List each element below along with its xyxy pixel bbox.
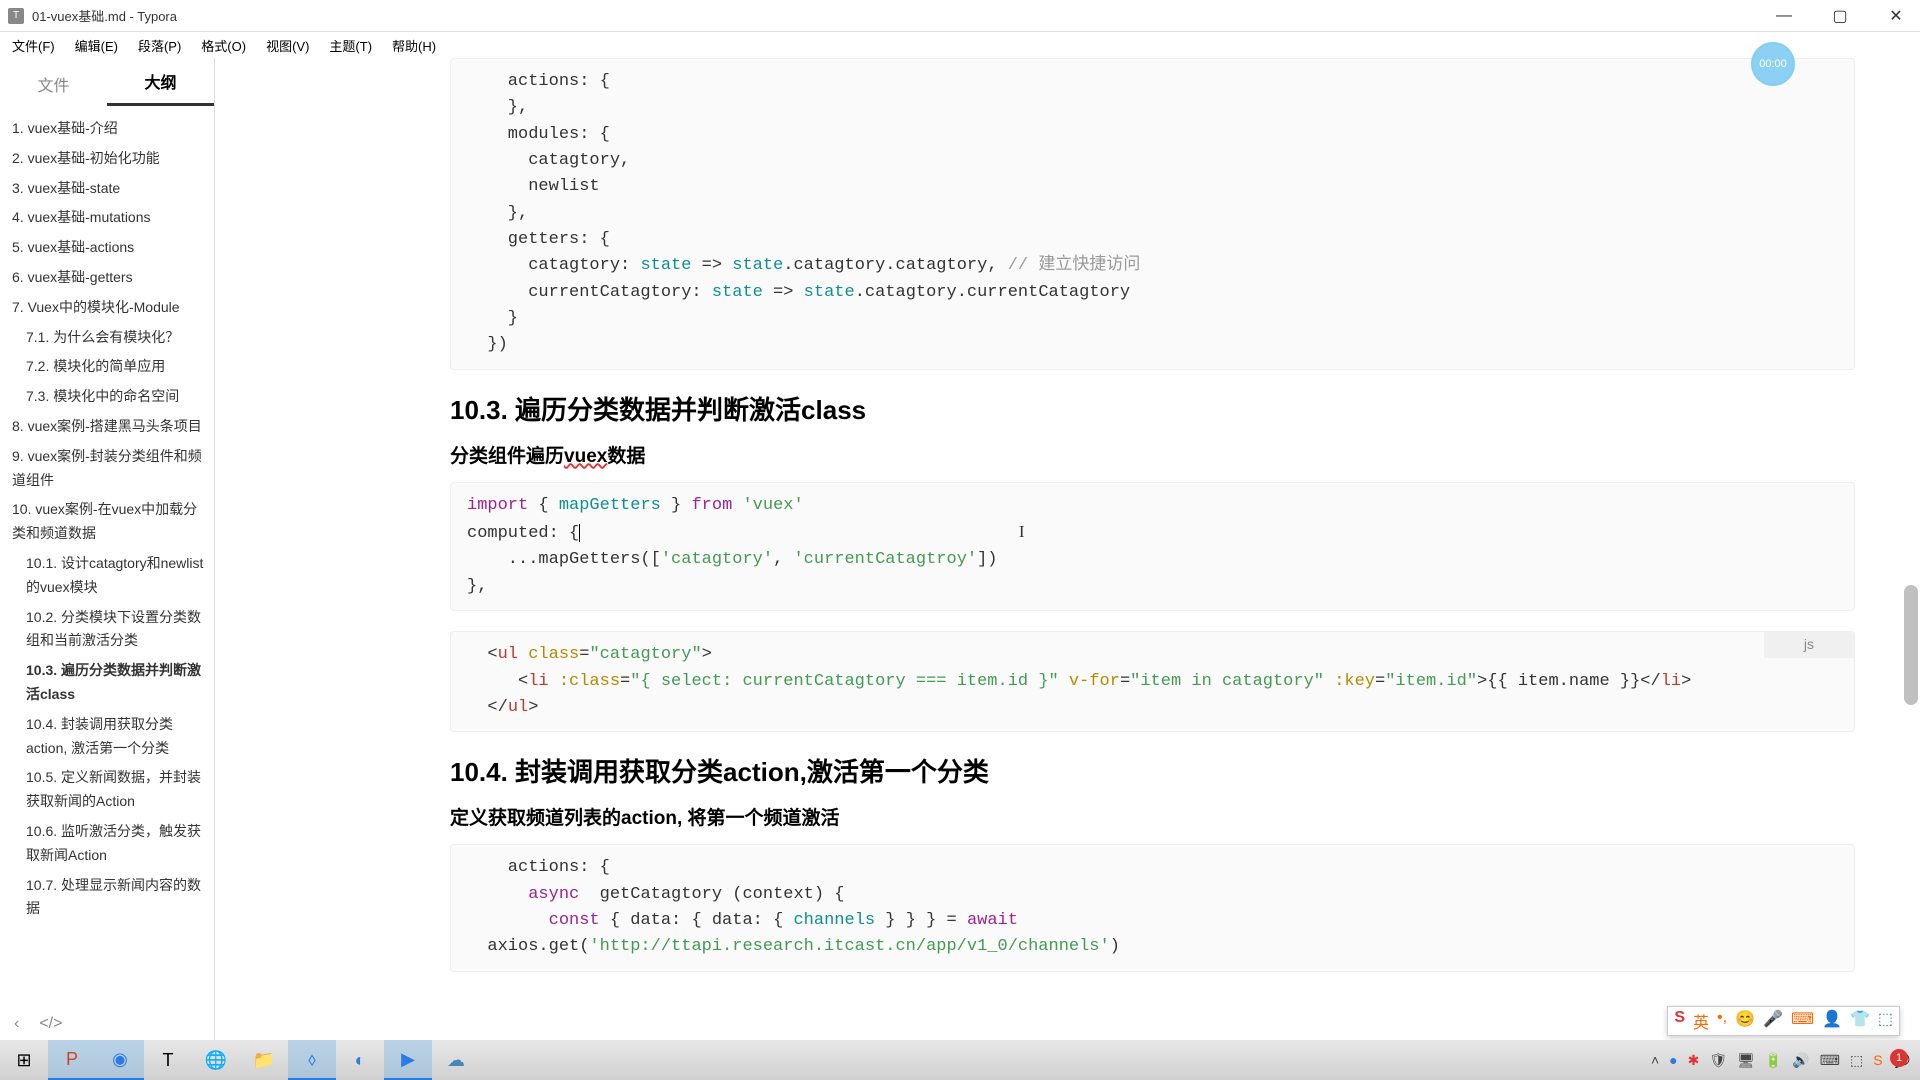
tray-volume-icon[interactable]: 🔊 bbox=[1792, 1052, 1809, 1069]
taskbar-explorer[interactable]: 📁 bbox=[240, 1040, 288, 1080]
taskbar-typora[interactable]: T bbox=[144, 1040, 192, 1080]
tray-battery-icon[interactable]: 🔋 bbox=[1765, 1052, 1782, 1069]
tray-icon[interactable]: 🖥 bbox=[1737, 1052, 1755, 1069]
menu-format[interactable]: 格式(O) bbox=[193, 34, 254, 57]
outline-item[interactable]: 1. vuex基础-介绍 bbox=[8, 114, 210, 144]
taskbar-app3[interactable]: ☁ bbox=[432, 1040, 480, 1080]
outline-item[interactable]: 3. vuex基础-state bbox=[8, 174, 210, 204]
menu-paragraph[interactable]: 段落(P) bbox=[130, 34, 189, 57]
subheading-10-4: 定义获取频道列表的action, 将第一个频道激活 bbox=[450, 803, 1855, 830]
outline-item[interactable]: 10.3. 遍历分类数据并判断激活class bbox=[8, 656, 210, 710]
outline-item[interactable]: 8. vuex案例-搭建黑马头条项目 bbox=[8, 412, 210, 442]
taskbar-chrome[interactable]: 🌐 bbox=[192, 1040, 240, 1080]
outline-item[interactable]: 10.1. 设计catagtory和newlist的vuex模块 bbox=[8, 549, 210, 603]
menu-theme[interactable]: 主题(T) bbox=[321, 34, 380, 57]
tray-chevron-icon[interactable]: ˄ bbox=[1651, 1052, 1659, 1068]
outline-item[interactable]: 10.4. 封装调用获取分类action, 激活第一个分类 bbox=[8, 710, 210, 764]
outline-item[interactable]: 7.1. 为什么会有模块化？ bbox=[8, 323, 210, 353]
menu-help[interactable]: 帮助(H) bbox=[384, 34, 444, 57]
taskbar-app2[interactable]: ◐ bbox=[336, 1040, 384, 1080]
outline-item[interactable]: 7. Vuex中的模块化-Module bbox=[8, 293, 210, 323]
editor-content[interactable]: actions: { }, modules: { catagtory, newl… bbox=[215, 58, 1920, 1040]
tray-keyboard-icon[interactable]: ⌨ bbox=[1820, 1052, 1840, 1069]
code-block-template[interactable]: js <ul class="catagtory"> <li :class="{ … bbox=[450, 631, 1855, 732]
outline-item[interactable]: 10.6. 监听激活分类，触发获取新闻Action bbox=[8, 817, 210, 871]
code-block-actions[interactable]: actions: { async getCatagtory (context) … bbox=[450, 844, 1855, 971]
taskbar-app1[interactable]: ◉ bbox=[96, 1040, 144, 1080]
outline-item[interactable]: 10. vuex案例-在vuex中加载分类和频道数据 bbox=[8, 495, 210, 549]
outline-item[interactable]: 10.7. 处理显示新闻内容的数据 bbox=[8, 871, 210, 925]
outline-item[interactable]: 10.2. 分类模块下设置分类数组和当前激活分类 bbox=[8, 603, 210, 657]
tray-icon[interactable]: 🛡 bbox=[1709, 1052, 1727, 1069]
outline-item[interactable]: 2. vuex基础-初始化功能 bbox=[8, 144, 210, 174]
window-title: 01-vuex基础.md - Typora bbox=[32, 6, 1768, 25]
heading-10-3: 10.3. 遍历分类数据并判断激活class bbox=[450, 390, 1855, 427]
menu-view[interactable]: 视图(V) bbox=[258, 34, 317, 57]
scrollbar[interactable] bbox=[1904, 585, 1918, 705]
outline-item[interactable]: 9. vuex案例-封装分类组件和频道组件 bbox=[8, 442, 210, 496]
outline-item[interactable]: 5. vuex基础-actions bbox=[8, 233, 210, 263]
source-mode-icon[interactable]: </> bbox=[39, 1015, 62, 1033]
outline-item[interactable]: 7.3. 模块化中的命名空间 bbox=[8, 382, 210, 412]
system-tray[interactable]: ˄ ● ✱ 🛡 🖥 🔋 🔊 ⌨ ⬚ S 💬1 bbox=[1651, 1052, 1920, 1069]
taskbar-powershell[interactable]: ▶ bbox=[384, 1040, 432, 1080]
close-button[interactable]: ✕ bbox=[1880, 4, 1912, 28]
code-block-computed[interactable]: import { mapGetters } from 'vuex' comput… bbox=[450, 482, 1855, 611]
heading-10-4: 10.4. 封装调用获取分类action,激活第一个分类 bbox=[450, 752, 1855, 789]
outline-item[interactable]: 4. vuex基础-mutations bbox=[8, 203, 210, 233]
tab-outline[interactable]: 大纲 bbox=[107, 57, 214, 106]
tray-icon[interactable]: ✱ bbox=[1688, 1052, 1700, 1069]
outline-item[interactable]: 7.2. 模块化的简单应用 bbox=[8, 352, 210, 382]
tray-icon[interactable]: ⬚ bbox=[1850, 1052, 1863, 1069]
code-lang-tag: js bbox=[1764, 632, 1854, 658]
tray-notifications-icon[interactable]: 💬1 bbox=[1893, 1052, 1910, 1069]
subheading-10-3: 分类组件遍历vuex数据 bbox=[450, 441, 1855, 468]
taskbar-powerpoint[interactable]: P bbox=[48, 1040, 96, 1080]
ime-toolbar[interactable]: S英•,😊🎤⌨👤👕⬚ bbox=[1667, 1006, 1900, 1036]
tray-icon[interactable]: ● bbox=[1669, 1052, 1677, 1068]
maximize-button[interactable]: ▢ bbox=[1824, 4, 1856, 28]
tab-files[interactable]: 文件 bbox=[0, 60, 107, 106]
taskbar-vscode[interactable]: ⬨ bbox=[288, 1040, 336, 1080]
app-icon: T bbox=[8, 8, 24, 24]
outline-item[interactable]: 10.5. 定义新闻数据，并封装获取新闻的Action bbox=[8, 763, 210, 817]
menu-edit[interactable]: 编辑(E) bbox=[67, 34, 126, 57]
timer-widget[interactable]: 00:00 bbox=[1751, 42, 1795, 86]
start-button[interactable]: ⊞ bbox=[0, 1040, 48, 1080]
minimize-button[interactable]: — bbox=[1768, 4, 1800, 28]
outline-item[interactable]: 6. vuex基础-getters bbox=[8, 263, 210, 293]
code-block-store[interactable]: actions: { }, modules: { catagtory, newl… bbox=[450, 58, 1855, 370]
menu-file[interactable]: 文件(F) bbox=[4, 34, 63, 57]
tray-icon[interactable]: S bbox=[1873, 1052, 1882, 1068]
menu-bar: 文件(F) 编辑(E) 段落(P) 格式(O) 视图(V) 主题(T) 帮助(H… bbox=[0, 32, 1920, 58]
sidebar-toggle-icon[interactable]: ‹ bbox=[14, 1015, 19, 1033]
taskbar: ⊞ P ◉ T 🌐 📁 ⬨ ◐ ▶ ☁ ˄ ● ✱ 🛡 🖥 🔋 🔊 ⌨ ⬚ S … bbox=[0, 1040, 1920, 1080]
text-cursor bbox=[579, 524, 580, 542]
outline-list: 1. vuex基础-介绍2. vuex基础-初始化功能3. vuex基础-sta… bbox=[0, 106, 214, 1008]
